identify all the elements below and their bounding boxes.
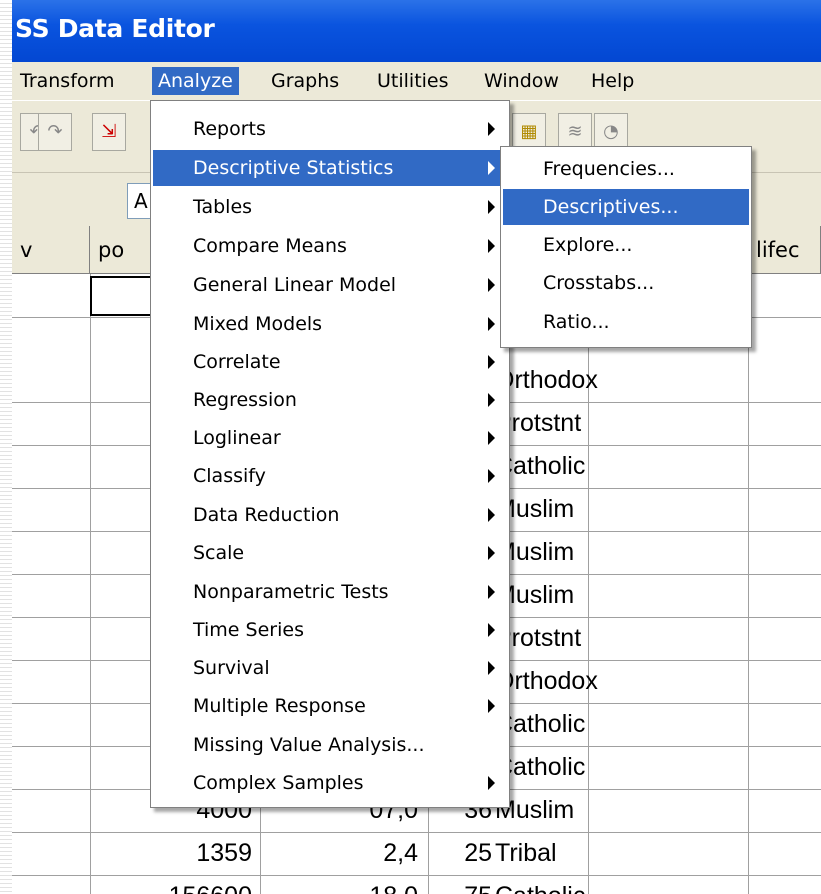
- menu-item-label: Scale: [193, 542, 245, 564]
- redo-icon[interactable]: ↷: [38, 113, 72, 151]
- menu-item-label: Nonparametric Tests: [193, 581, 389, 603]
- submenu-item-explore[interactable]: Explore...: [503, 227, 749, 263]
- submenu-arrow-icon: [488, 469, 495, 483]
- menu-item-classify[interactable]: Classify: [153, 458, 507, 494]
- menu-item-label: Mixed Models: [193, 313, 323, 335]
- menu-transform[interactable]: Transform: [14, 67, 121, 95]
- menu-analyze[interactable]: Analyze: [152, 67, 239, 95]
- submenu-arrow-icon: [488, 585, 495, 599]
- menu-item-label: Data Reduction: [193, 504, 340, 526]
- submenu-arrow-icon: [488, 161, 495, 175]
- table-cell[interactable]: Orthodox: [495, 359, 598, 402]
- submenu-arrow-icon: [488, 661, 495, 675]
- menu-item-label: Complex Samples: [193, 772, 364, 794]
- menu-item-label: Multiple Response: [193, 695, 366, 717]
- menu-item-loglinear[interactable]: Loglinear: [153, 420, 507, 456]
- menu-item-survival[interactable]: Survival: [153, 650, 507, 686]
- menu-item-label: General Linear Model: [193, 274, 397, 296]
- menu-item-data-reduction[interactable]: Data Reduction: [153, 497, 507, 533]
- table-cell[interactable]: 1359: [92, 832, 252, 875]
- menu-item-label: Missing Value Analysis...: [193, 734, 425, 756]
- menu-item-label: Loglinear: [193, 427, 281, 449]
- menu-item-label: Classify: [193, 465, 266, 487]
- menu-item-descriptive-statistics[interactable]: Descriptive Statistics: [153, 150, 507, 186]
- submenu-arrow-icon: [488, 200, 495, 214]
- menu-item-mixed-models[interactable]: Mixed Models: [153, 306, 507, 342]
- table-cell[interactable]: 18,0: [262, 875, 418, 894]
- menu-item-scale[interactable]: Scale: [153, 535, 507, 571]
- menu-item-reports[interactable]: Reports: [153, 111, 507, 147]
- submenu-arrow-icon: [488, 776, 495, 790]
- grid-line: [748, 274, 749, 894]
- submenu-arrow-icon: [488, 508, 495, 522]
- menu-help[interactable]: Help: [585, 67, 640, 95]
- menu-item-tables[interactable]: Tables: [153, 189, 507, 225]
- menu-item-multiple-response[interactable]: Multiple Response: [153, 688, 507, 724]
- descriptive-statistics-submenu: Frequencies... Descriptives... Explore..…: [500, 146, 752, 348]
- menu-item-nonparametric-tests[interactable]: Nonparametric Tests: [153, 574, 507, 610]
- submenu-arrow-icon: [488, 355, 495, 369]
- menu-item-regression[interactable]: Regression: [153, 382, 507, 418]
- column-header-6[interactable]: lifec: [748, 226, 821, 274]
- submenu-item-descriptives[interactable]: Descriptives...: [503, 189, 749, 225]
- menu-item-complex-samples[interactable]: Complex Samples: [153, 765, 507, 801]
- table-cell[interactable]: 75: [432, 875, 492, 894]
- menu-item-label: Survival: [193, 657, 270, 679]
- window-title: SS Data Editor: [15, 14, 215, 43]
- menu-bar: Transform Analyze Graphs Utilities Windo…: [12, 62, 821, 100]
- title-bar: SS Data Editor: [12, 0, 821, 62]
- menu-item-general-linear-model[interactable]: General Linear Model: [153, 267, 507, 303]
- submenu-arrow-icon: [488, 317, 495, 331]
- submenu-arrow-icon: [488, 278, 495, 292]
- goto-case-icon[interactable]: ⇲: [92, 113, 126, 151]
- analyze-menu: Reports Descriptive Statistics Tables Co…: [150, 100, 510, 808]
- submenu-arrow-icon: [488, 239, 495, 253]
- submenu-item-frequencies[interactable]: Frequencies...: [503, 151, 749, 187]
- submenu-arrow-icon: [488, 431, 495, 445]
- menu-item-label: Time Series: [193, 619, 304, 641]
- menu-item-time-series[interactable]: Time Series: [153, 612, 507, 648]
- menu-window[interactable]: Window: [478, 67, 565, 95]
- table-cell[interactable]: Catholic: [495, 875, 585, 894]
- submenu-item-ratio[interactable]: Ratio...: [503, 304, 749, 340]
- submenu-arrow-icon: [488, 546, 495, 560]
- menu-item-label: Reports: [193, 118, 266, 140]
- menu-graphs[interactable]: Graphs: [265, 67, 345, 95]
- table-cell[interactable]: 2,4: [262, 832, 418, 875]
- menu-utilities[interactable]: Utilities: [371, 67, 455, 95]
- submenu-item-crosstabs[interactable]: Crosstabs...: [503, 265, 749, 301]
- submenu-arrow-icon: [488, 393, 495, 407]
- menu-item-compare-means[interactable]: Compare Means: [153, 228, 507, 264]
- menu-item-label: Tables: [193, 196, 253, 218]
- submenu-arrow-icon: [488, 122, 495, 136]
- table-cell[interactable]: Orthodox: [495, 660, 598, 703]
- table-cell[interactable]: 25: [432, 832, 492, 875]
- menu-item-label: Correlate: [193, 351, 281, 373]
- table-cell[interactable]: 156600: [92, 875, 252, 894]
- menu-item-label: Descriptive Statistics: [193, 157, 394, 179]
- column-header-1[interactable]: v: [12, 226, 90, 274]
- submenu-arrow-icon: [488, 699, 495, 713]
- menu-item-label: Regression: [193, 389, 297, 411]
- grid-line: [90, 274, 91, 894]
- menu-item-label: Compare Means: [193, 235, 347, 257]
- submenu-arrow-icon: [488, 623, 495, 637]
- menu-item-missing-value-analysis[interactable]: Missing Value Analysis...: [153, 727, 507, 763]
- menu-item-correlate[interactable]: Correlate: [153, 344, 507, 380]
- table-cell[interactable]: Tribal: [495, 832, 557, 875]
